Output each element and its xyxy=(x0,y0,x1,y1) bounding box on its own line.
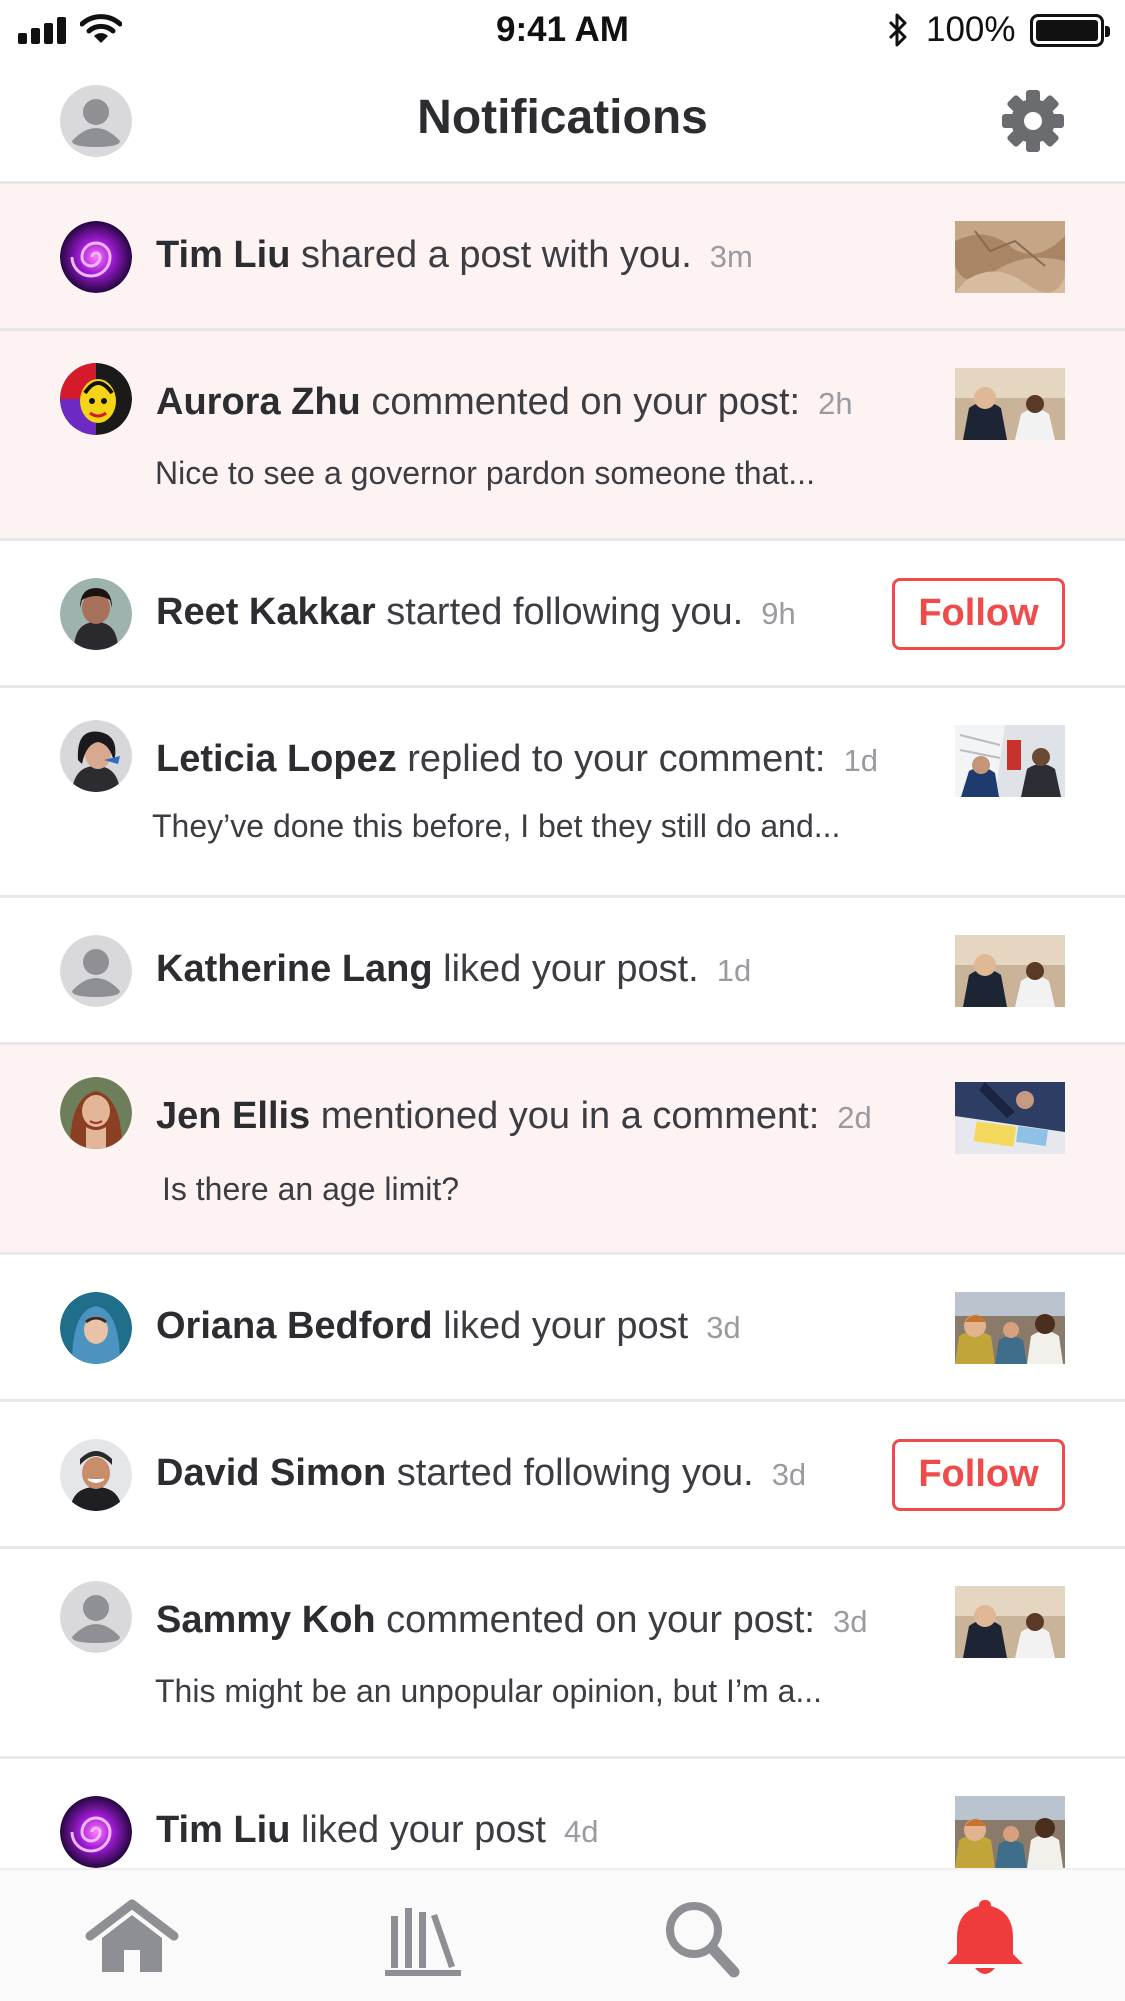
notification-row[interactable]: Jen Ellis mentioned you in a comment: 2d … xyxy=(0,1045,1125,1255)
notification-action: liked your post xyxy=(290,1809,546,1851)
notification-text: Jen Ellis mentioned you in a comment: 2d xyxy=(156,1095,872,1138)
notification-row[interactable]: Leticia Lopez replied to your comment: 1d… xyxy=(0,688,1125,898)
search-icon[interactable] xyxy=(652,1898,752,1978)
governor-photo-thumbnail[interactable] xyxy=(955,935,1065,1007)
tab-bar xyxy=(0,1868,1125,2001)
notification-list: Tim Liu shared a post with you. 3m Aurora… xyxy=(0,184,1125,1906)
photo-avatar[interactable] xyxy=(60,578,132,650)
user-name[interactable]: Aurora Zhu xyxy=(156,381,361,423)
battery-icon xyxy=(1030,14,1110,47)
user-name[interactable]: Reet Kakkar xyxy=(156,591,376,633)
notification-text: Aurora Zhu commented on your post: 2h xyxy=(156,381,853,424)
timestamp: 1d xyxy=(716,953,752,988)
notification-action: liked your post. xyxy=(432,948,699,990)
comment-preview: They’ve done this before, I bet they sti… xyxy=(152,808,841,844)
notification-action: mentioned you in a comment: xyxy=(310,1095,820,1137)
user-name[interactable]: David Simon xyxy=(156,1452,386,1494)
notification-text: Tim Liu liked your post 4d xyxy=(156,1809,598,1852)
notification-action: replied to your comment: xyxy=(396,738,826,780)
timestamp: 3d xyxy=(706,1310,741,1345)
desert-aerial-thumbnail[interactable] xyxy=(955,221,1065,293)
notification-action: shared a post with you. xyxy=(290,234,692,276)
notification-text: Leticia Lopez replied to your comment: 1d xyxy=(156,738,878,781)
office-photo-thumbnail[interactable] xyxy=(955,725,1065,797)
user-name[interactable]: Sammy Koh xyxy=(156,1599,376,1641)
desk-photo-thumbnail[interactable] xyxy=(955,1082,1065,1154)
governor-photo-thumbnail[interactable] xyxy=(955,1586,1065,1658)
notification-action: liked your post xyxy=(432,1305,689,1347)
notification-action: commented on your post: xyxy=(375,1599,815,1641)
timestamp: 3d xyxy=(832,1604,868,1639)
notification-text: Tim Liu shared a post with you. 3m xyxy=(156,234,753,277)
crowd-photo-thumbnail[interactable] xyxy=(955,1796,1065,1868)
notification-row[interactable]: Reet Kakkar started following you. 9h Fol… xyxy=(0,541,1125,688)
pop-art-avatar[interactable] xyxy=(60,363,132,435)
notification-row[interactable]: Oriana Bedford liked your post 3d xyxy=(0,1255,1125,1402)
timestamp: 1d xyxy=(843,743,878,778)
photo-avatar[interactable] xyxy=(60,1439,132,1511)
photo-avatar[interactable] xyxy=(60,720,132,792)
purple-swirl-avatar[interactable] xyxy=(60,1796,132,1868)
notification-text: Reet Kakkar started following you. 9h xyxy=(156,591,796,634)
notification-text: Katherine Lang liked your post. 1d xyxy=(156,948,751,991)
timestamp: 2h xyxy=(818,386,853,421)
notification-text: Sammy Koh commented on your post: 3d xyxy=(156,1599,867,1642)
photo-avatar[interactable] xyxy=(60,1077,132,1149)
timestamp: 2d xyxy=(837,1100,872,1135)
notification-action: started following you. xyxy=(375,591,744,633)
gear-icon[interactable] xyxy=(1000,88,1066,154)
user-name[interactable]: Tim Liu xyxy=(156,234,290,276)
page-title: Notifications xyxy=(417,91,708,144)
library-icon[interactable] xyxy=(373,1898,473,1978)
notification-text: Oriana Bedford liked your post 3d xyxy=(156,1305,741,1348)
placeholder-avatar[interactable] xyxy=(60,1581,132,1653)
notification-text: David Simon started following you. 3d xyxy=(156,1452,806,1495)
user-name[interactable]: Leticia Lopez xyxy=(156,738,397,780)
bell-icon[interactable] xyxy=(935,1898,1035,1978)
notification-row[interactable]: David Simon started following you. 3d Fol… xyxy=(0,1402,1125,1549)
crowd-photo-thumbnail[interactable] xyxy=(955,1292,1065,1364)
follow-button[interactable]: Follow xyxy=(892,578,1065,650)
user-name[interactable]: Jen Ellis xyxy=(156,1095,310,1137)
comment-preview: This might be an unpopular opinion, but … xyxy=(155,1673,823,1709)
notification-row[interactable]: Tim Liu shared a post with you. 3m xyxy=(0,184,1125,331)
status-bar: 9:41 AM 100% xyxy=(0,0,1125,62)
timestamp: 4d xyxy=(564,1814,599,1849)
notification-action: started following you. xyxy=(386,1452,754,1494)
timestamp: 3m xyxy=(709,239,753,274)
follow-button[interactable]: Follow xyxy=(892,1439,1065,1511)
user-name[interactable]: Oriana Bedford xyxy=(156,1305,433,1347)
purple-swirl-avatar[interactable] xyxy=(60,221,132,293)
photo-avatar[interactable] xyxy=(60,1292,132,1364)
header: Notifications xyxy=(0,62,1125,184)
home-icon[interactable] xyxy=(82,1898,182,1978)
notification-row[interactable]: Katherine Lang liked your post. 1d xyxy=(0,898,1125,1045)
placeholder-avatar[interactable] xyxy=(60,935,132,1007)
timestamp: 9h xyxy=(761,596,796,631)
bluetooth-icon xyxy=(888,13,907,47)
comment-preview: Is there an age limit? xyxy=(162,1171,460,1207)
notification-row[interactable]: Aurora Zhu commented on your post: 2h Nic… xyxy=(0,331,1125,541)
timestamp: 3d xyxy=(771,1457,807,1492)
comment-preview: Nice to see a governor pardon someone th… xyxy=(155,455,815,491)
notification-row[interactable]: Sammy Koh commented on your post: 3d This… xyxy=(0,1549,1125,1759)
notification-action: commented on your post: xyxy=(360,381,801,423)
user-name[interactable]: Katherine Lang xyxy=(156,948,433,990)
user-name[interactable]: Tim Liu xyxy=(156,1809,290,1851)
governor-photo-thumbnail[interactable] xyxy=(955,368,1065,440)
battery-percent: 100% xyxy=(926,10,1016,49)
